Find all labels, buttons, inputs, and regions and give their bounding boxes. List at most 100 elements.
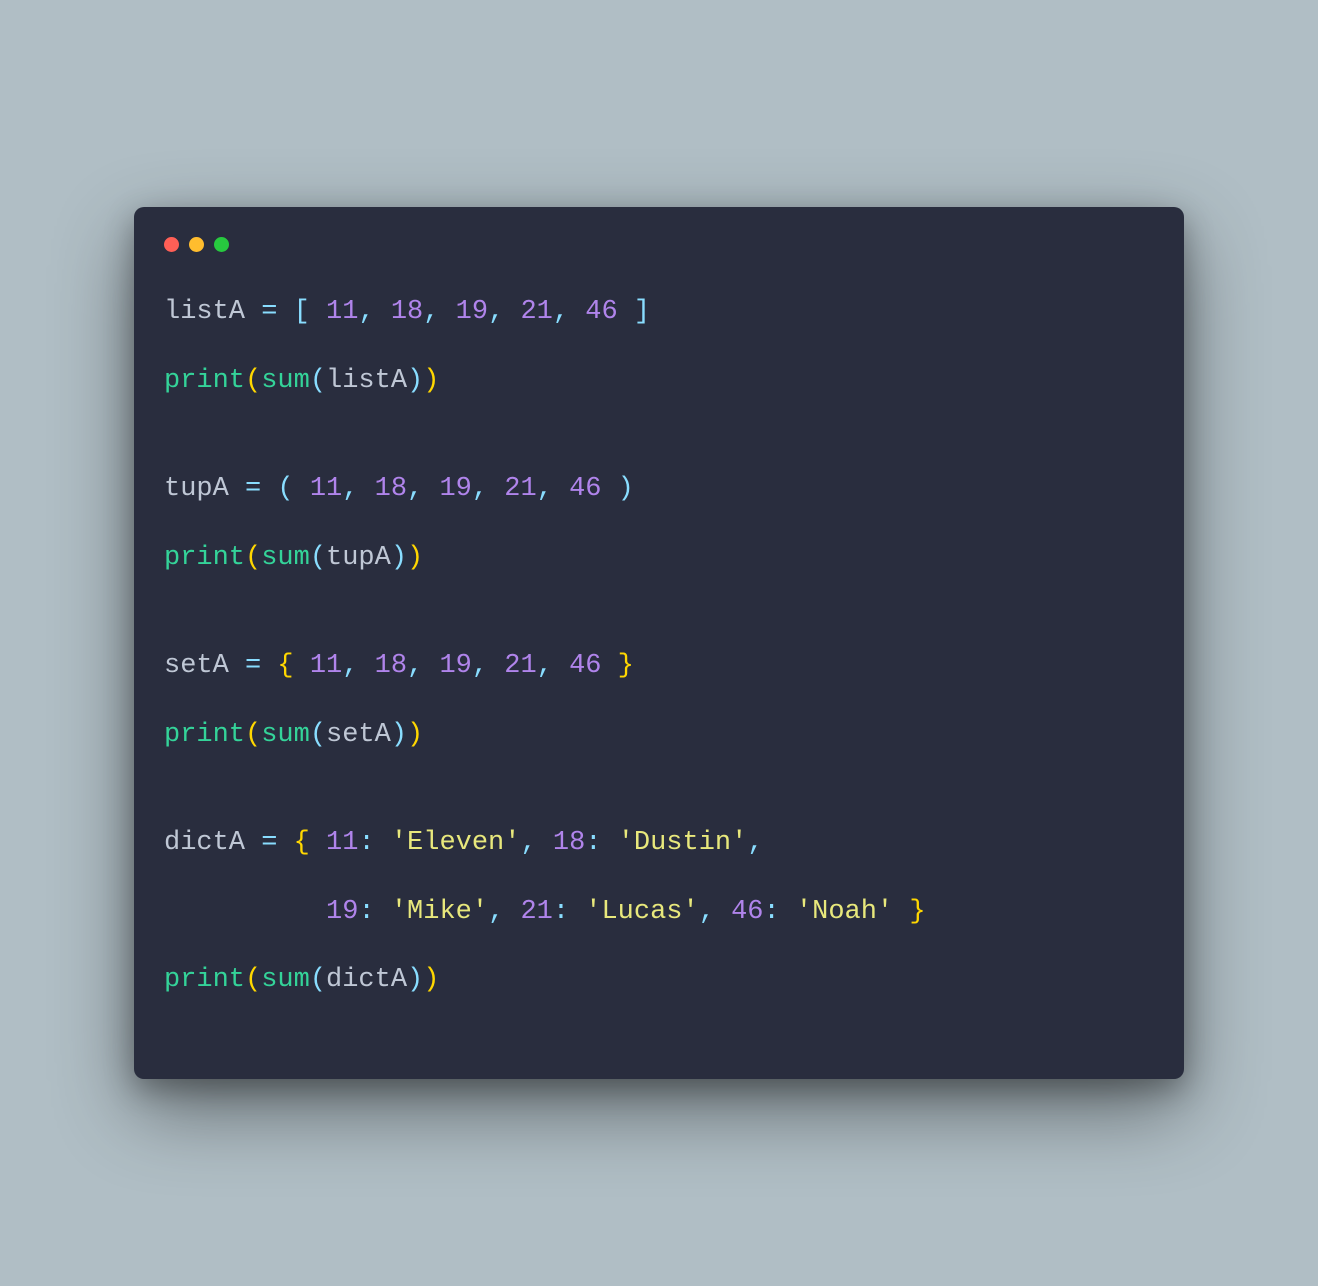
number-literal: 18: [391, 297, 423, 327]
number-literal: 19: [439, 651, 471, 681]
comma: ,: [407, 474, 439, 504]
paren-open: (: [245, 720, 261, 750]
number-literal: 46: [569, 474, 601, 504]
colon: :: [585, 828, 617, 858]
maximize-icon[interactable]: [214, 237, 229, 252]
traffic-lights: [134, 237, 1184, 262]
variable-name: dictA: [164, 828, 245, 858]
number-literal: 11: [310, 474, 342, 504]
dict-key: 18: [553, 828, 585, 858]
comma: ,: [488, 897, 520, 927]
number-literal: 19: [439, 474, 471, 504]
paren-close: ): [601, 474, 633, 504]
builtin-print: print: [164, 366, 245, 396]
comma: ,: [537, 474, 569, 504]
comma: ,: [699, 897, 731, 927]
close-icon[interactable]: [164, 237, 179, 252]
code-line-9: print(sum(dictA)): [164, 960, 1154, 1001]
builtin-print: print: [164, 543, 245, 573]
code-line-7: dictA = { 11: 'Eleven', 18: 'Dustin',: [164, 823, 1154, 864]
number-literal: 21: [504, 651, 536, 681]
paren-open: (: [245, 965, 261, 995]
argument: setA: [326, 720, 391, 750]
comma: ,: [358, 297, 390, 327]
colon: :: [358, 828, 390, 858]
number-literal: 18: [375, 474, 407, 504]
brace-open: {: [277, 651, 309, 681]
string-literal: 'Dustin': [618, 828, 748, 858]
blank-line: [164, 429, 1154, 469]
number-literal: 11: [310, 651, 342, 681]
paren-close: ): [407, 720, 423, 750]
code-line-4: print(sum(tupA)): [164, 538, 1154, 579]
paren-open: (: [310, 366, 326, 396]
operator-equals: =: [229, 651, 278, 681]
brace-close: }: [601, 651, 633, 681]
code-line-1: listA = [ 11, 18, 19, 21, 46 ]: [164, 292, 1154, 333]
paren-close: ): [407, 965, 423, 995]
operator-equals: =: [245, 297, 294, 327]
string-literal: 'Eleven': [391, 828, 521, 858]
number-literal: 46: [585, 297, 617, 327]
builtin-sum: sum: [261, 965, 310, 995]
minimize-icon[interactable]: [189, 237, 204, 252]
comma: ,: [488, 297, 520, 327]
bracket-open: [: [294, 297, 326, 327]
comma: ,: [472, 651, 504, 681]
builtin-print: print: [164, 965, 245, 995]
paren-open: (: [310, 720, 326, 750]
blank-line: [164, 783, 1154, 823]
number-literal: 19: [456, 297, 488, 327]
dict-key: 11: [326, 828, 358, 858]
operator-equals: =: [229, 474, 278, 504]
number-literal: 18: [375, 651, 407, 681]
paren-close: ): [391, 543, 407, 573]
blank-line: [164, 606, 1154, 646]
argument: listA: [326, 366, 407, 396]
comma: ,: [472, 474, 504, 504]
number-literal: 21: [504, 474, 536, 504]
paren-open: (: [310, 965, 326, 995]
comma: ,: [407, 651, 439, 681]
code-window: listA = [ 11, 18, 19, 21, 46 ] print(sum…: [134, 207, 1184, 1079]
brace-close: }: [893, 897, 925, 927]
colon: :: [553, 897, 585, 927]
paren-open: (: [245, 543, 261, 573]
indent: [164, 897, 326, 927]
builtin-sum: sum: [261, 543, 310, 573]
code-area: listA = [ 11, 18, 19, 21, 46 ] print(sum…: [134, 262, 1184, 1039]
variable-name: setA: [164, 651, 229, 681]
builtin-sum: sum: [261, 720, 310, 750]
dict-key: 46: [731, 897, 763, 927]
dict-key: 19: [326, 897, 358, 927]
variable-name: tupA: [164, 474, 229, 504]
builtin-sum: sum: [261, 366, 310, 396]
number-literal: 46: [569, 651, 601, 681]
code-line-5: setA = { 11, 18, 19, 21, 46 }: [164, 646, 1154, 687]
argument: tupA: [326, 543, 391, 573]
comma: ,: [520, 828, 552, 858]
paren-open: (: [310, 543, 326, 573]
comma: ,: [342, 474, 374, 504]
variable-name: listA: [164, 297, 245, 327]
paren-open: (: [277, 474, 309, 504]
colon: :: [764, 897, 796, 927]
paren-open: (: [245, 366, 261, 396]
paren-close: ): [423, 366, 439, 396]
code-line-8: 19: 'Mike', 21: 'Lucas', 46: 'Noah' }: [164, 892, 1154, 933]
string-literal: 'Mike': [391, 897, 488, 927]
paren-close: ): [407, 543, 423, 573]
code-line-6: print(sum(setA)): [164, 715, 1154, 756]
paren-close: ): [407, 366, 423, 396]
brace-open: {: [294, 828, 326, 858]
operator-equals: =: [245, 828, 294, 858]
paren-close: ): [423, 965, 439, 995]
comma: ,: [553, 297, 585, 327]
number-literal: 11: [326, 297, 358, 327]
comma: ,: [747, 828, 763, 858]
paren-close: ): [391, 720, 407, 750]
builtin-print: print: [164, 720, 245, 750]
number-literal: 21: [520, 297, 552, 327]
comma: ,: [342, 651, 374, 681]
string-literal: 'Lucas': [585, 897, 698, 927]
